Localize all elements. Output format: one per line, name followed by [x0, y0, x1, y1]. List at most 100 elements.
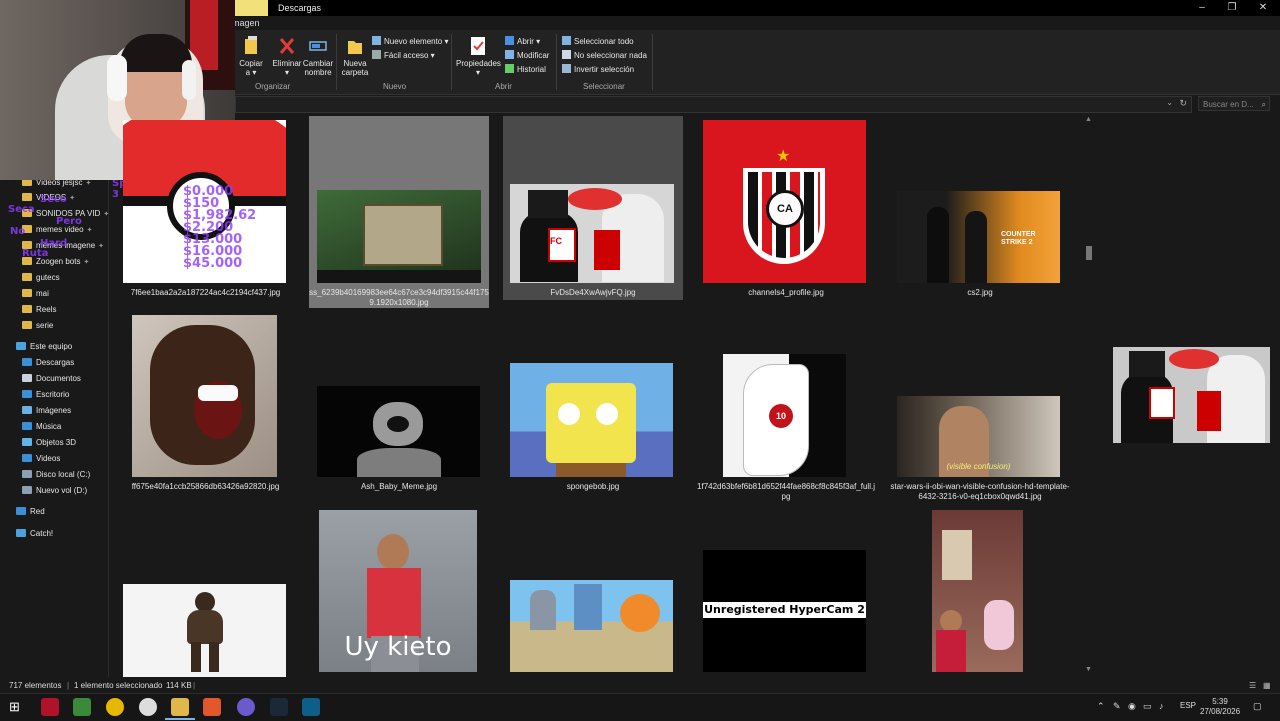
file-tile[interactable]: 10 1f742d63bfef6b81d652f44fae868cf8c845f… — [696, 310, 876, 501]
file-tile[interactable]: Unregistered HyperCam 2 — [696, 504, 876, 677]
nav-item-objetos-3d[interactable]: Objetos 3D — [22, 436, 76, 450]
file-explorer-icon[interactable] — [171, 698, 189, 716]
nav-item-red[interactable]: Red — [16, 505, 45, 519]
easy-access-button[interactable]: Fácil acceso ▾ — [372, 50, 435, 62]
windows-start-icon[interactable]: ⊞ — [9, 699, 20, 715]
delete-button[interactable]: Eliminar ▾ — [272, 36, 302, 77]
address-bar[interactable]: ⌄ ↻ — [235, 96, 1192, 113]
drive-icon — [22, 470, 32, 478]
close-button[interactable]: ✕ — [1248, 1, 1278, 15]
vegas-icon[interactable] — [302, 698, 320, 716]
tray-chevron-icon[interactable]: ⌃ — [1097, 701, 1105, 712]
select-all-button[interactable]: Seleccionar todo — [562, 36, 634, 48]
nav-item-zoogen-bots[interactable]: Zoogen bots ✦ — [22, 255, 89, 269]
file-tile[interactable]: spongebob.jpg — [503, 310, 683, 500]
scrollbar-thumb[interactable] — [1086, 246, 1092, 260]
nav-item-mai[interactable]: mai — [22, 287, 49, 301]
nav-item-escritorio[interactable]: Escritorio — [22, 388, 69, 402]
nav-item-videos-lib[interactable]: Videos — [22, 452, 60, 466]
tray-pen-icon[interactable]: ✎ — [1113, 701, 1121, 712]
edit-label: Modificar — [517, 51, 550, 60]
nav-item-sonidos[interactable]: SONIDOS PA VID ✦ — [22, 207, 109, 221]
copy-to-icon — [245, 36, 257, 54]
new-item-icon — [372, 36, 381, 45]
maximize-button[interactable]: ❐ — [1217, 1, 1247, 15]
steam-icon[interactable] — [270, 698, 288, 716]
file-tile[interactable]: ff675e40fa1ccb25866db63426a92820.jpg — [113, 310, 298, 500]
tray-app-icon[interactable]: ◉ — [1128, 701, 1136, 712]
app-icon-b[interactable] — [41, 698, 59, 716]
status-size: 114 KB — [166, 681, 192, 690]
nav-item-this-pc[interactable]: Este equipo — [16, 340, 72, 354]
nav-item-musica[interactable]: Música — [22, 420, 61, 434]
network-tray-icon[interactable]: ▭ — [1143, 701, 1152, 712]
thumbnail: ★ CA — [703, 120, 866, 283]
file-tile-hover[interactable]: FC FvDsDe4XwAwjvFQ.jpg — [503, 116, 683, 300]
scroll-up-icon[interactable]: ▲ — [1085, 116, 1092, 123]
nav-label: Reels — [36, 305, 57, 314]
file-tile[interactable]: ★ CA channels4_profile.jpg — [696, 116, 876, 308]
large-icons-view-icon[interactable]: ▦ — [1263, 678, 1271, 693]
pin-icon: ✦ — [86, 227, 93, 234]
details-view-icon[interactable]: ☰ — [1249, 678, 1256, 693]
nav-item-gutecs[interactable]: gutecs — [22, 271, 60, 285]
properties-button[interactable]: Propiedades ▾ — [456, 36, 501, 77]
file-tile[interactable]: Ash_Baby_Meme.jpg — [309, 310, 489, 500]
vertical-scrollbar[interactable]: ▲ ▼ — [1084, 116, 1094, 676]
scroll-down-icon[interactable]: ▼ — [1085, 666, 1092, 673]
nav-item-reels[interactable]: Reels — [22, 303, 56, 317]
invert-selection-button[interactable]: Invertir selección — [562, 64, 634, 76]
search-input[interactable]: Buscar en D... ⌕ — [1198, 96, 1270, 111]
download-icon — [22, 358, 32, 366]
edit-button[interactable]: Modificar — [505, 50, 549, 62]
app-icon-nvidia[interactable] — [73, 698, 91, 716]
nav-item-serie[interactable]: serie — [22, 319, 53, 333]
app-icon-binance[interactable] — [106, 698, 124, 716]
refresh-icon[interactable]: ↻ — [1179, 98, 1187, 109]
nav-item-descargas[interactable]: Descargas — [22, 356, 74, 370]
discord-icon[interactable] — [237, 698, 255, 716]
new-folder-button[interactable]: Nueva carpeta — [340, 36, 370, 77]
folder-icon — [22, 305, 32, 313]
brave-icon[interactable] — [203, 698, 221, 716]
file-tile[interactable]: (visible confusion) star-wars-ii-obi-wan… — [890, 310, 1070, 510]
volume-icon[interactable]: ♪ — [1159, 701, 1164, 711]
thumbnail — [123, 584, 286, 677]
minimize-button[interactable]: – — [1187, 1, 1217, 15]
nav-item-disco-c[interactable]: Disco local (C:) — [22, 468, 90, 482]
contextual-tab-color[interactable] — [232, 0, 268, 16]
contextual-tab-label[interactable]: magen — [232, 18, 260, 28]
app-icon-clock[interactable] — [139, 698, 157, 716]
file-tile[interactable]: Uy kieto — [309, 504, 489, 677]
chevron-down-icon[interactable]: ⌄ — [1166, 98, 1173, 107]
file-name: Ash_Baby_Meme.jpg — [360, 482, 438, 491]
copy-to-button[interactable]: Copiar a ▾ — [237, 36, 265, 77]
select-none-button[interactable]: No seleccionar nada — [562, 50, 647, 62]
nav-item-videos[interactable]: VIDEOS ✦ — [22, 191, 75, 205]
file-name: FvDsDe4XwAwjvFQ.jpg — [550, 288, 636, 297]
file-tile[interactable]: COUNTER STRIKE 2 cs2.jpg — [890, 116, 1070, 308]
search-icon: ⌕ — [1261, 100, 1266, 109]
logo-letters: CA — [766, 190, 804, 228]
file-view[interactable]: $0.000 $150 $1,982.62 $2.200 $13.000 $16… — [110, 112, 1095, 677]
nav-item-memes-video[interactable]: memes video ✦ — [22, 223, 92, 237]
file-tile[interactable] — [890, 504, 1070, 677]
file-tile-selected[interactable]: ss_6239b40169983ee64c67ce3c94df3915c44f1… — [309, 116, 489, 308]
nav-item-memes-imagene[interactable]: memes imagene ✦ — [22, 239, 104, 253]
clock[interactable]: 5:39 27/08/2026 — [1200, 697, 1240, 717]
properties-label: Propiedades — [456, 59, 501, 68]
nav-item-nuevo-vol-d[interactable]: Nuevo vol (D:) — [22, 484, 87, 498]
file-tile[interactable] — [113, 504, 298, 677]
history-button[interactable]: Historial — [505, 64, 546, 76]
language-indicator[interactable]: ESP — [1180, 701, 1196, 710]
nav-item-documentos[interactable]: Documentos — [22, 372, 81, 386]
nav-item-imagenes[interactable]: Imágenes — [22, 404, 71, 418]
file-tile[interactable] — [503, 504, 683, 677]
pane-divider[interactable] — [108, 112, 109, 677]
file-tile[interactable]: $0.000 $150 $1,982.62 $2.200 $13.000 $16… — [113, 116, 298, 308]
open-button[interactable]: Abrir ▾ — [505, 36, 540, 48]
rename-button[interactable]: Cambiar nombre — [302, 36, 334, 77]
notifications-icon[interactable]: ▢ — [1253, 701, 1262, 712]
nav-item-catch[interactable]: Catch! — [16, 527, 53, 541]
new-item-button[interactable]: Nuevo elemento ▾ — [372, 36, 449, 48]
